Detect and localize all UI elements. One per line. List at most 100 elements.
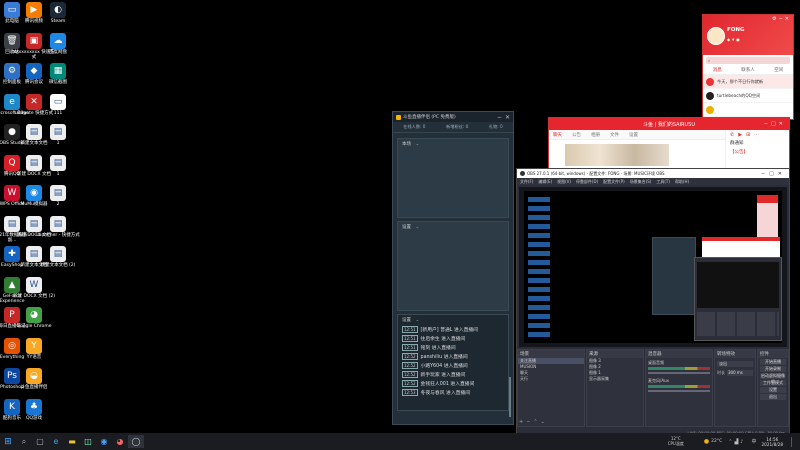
chat-tab[interactable]: 公告 [572, 132, 581, 138]
desktop-icon[interactable]: Y YY语音 [12, 337, 56, 360]
menu-item[interactable]: 帮助(H) [675, 179, 689, 185]
tab-contacts[interactable]: 联系人 [741, 67, 755, 73]
list-item: 12:52 新手玩家 进入直播间 [402, 370, 504, 379]
close-icon[interactable]: ✕ [505, 114, 510, 121]
list-item[interactable]: 天行 [518, 376, 584, 382]
volume-icon[interactable]: ♪ [740, 439, 745, 445]
panel2-label[interactable]: 设置 [402, 225, 411, 230]
chevron-down-icon[interactable]: ⌄ [415, 318, 419, 323]
tab-space[interactable]: 空间 [774, 67, 783, 73]
minimize-icon[interactable]: − [764, 121, 771, 127]
maximize-icon[interactable]: □ [771, 121, 779, 127]
desktop-icon-label: QQ游戏 [25, 415, 43, 421]
move-down-button[interactable]: ⌄ [541, 419, 548, 425]
store-icon[interactable]: ◫ [80, 435, 96, 448]
menu-item[interactable]: 编辑(E) [538, 179, 552, 185]
list-item[interactable]: 启动虚拟摄像机 [760, 373, 786, 384]
phone-icon[interactable]: ✆ [730, 132, 738, 138]
sources-dock: 来源 图像 3 图像 2 图像 1 显示器采集 [586, 349, 644, 427]
taskview-icon[interactable]: ▢ [32, 435, 48, 448]
danmu-scrollbar[interactable] [509, 377, 511, 417]
obs-titlebar[interactable]: OBS 27.0.1 (64-bit, windows) - 配置文件: FON… [517, 169, 789, 178]
weather-widget[interactable]: 12°C CPU温度 [668, 436, 684, 447]
qq-username: FONG [727, 27, 745, 33]
close-icon[interactable]: ✕ [779, 121, 786, 127]
desktop-icon[interactable]: ◕ Google Chrome [12, 307, 56, 329]
list-item[interactable] [703, 103, 793, 117]
chat-tab[interactable]: 设置 [629, 132, 638, 138]
tab-messages[interactable]: 消息 [713, 67, 722, 73]
message-text: panshiliu 进入直播间 [420, 355, 468, 360]
menu-item[interactable]: 视图(V) [557, 179, 571, 185]
chevron-down-icon[interactable]: ⌄ [415, 225, 419, 230]
clock[interactable]: 14:56 2021/8/28 [762, 437, 783, 447]
list-item[interactable]: 今天，那个不日行你就新 [703, 75, 793, 89]
menu-item[interactable]: 配置文件(P) [603, 179, 625, 185]
video-icon[interactable]: ▶ [738, 132, 746, 138]
menu-item[interactable]: 场景集合(S) [630, 179, 652, 185]
panel3-label[interactable]: 设置 [402, 318, 411, 323]
move-up-button[interactable]: ⌃ [533, 419, 540, 425]
desktop-icon[interactable]: ▤ 1 [36, 154, 80, 177]
qq-taskbar-icon[interactable]: ◉ [96, 435, 112, 448]
desktop-icon[interactable]: ▤ 新建文本文档 (2) [36, 246, 80, 268]
panel1-label[interactable]: 本场 [402, 142, 411, 147]
minimize-icon[interactable]: − [497, 114, 502, 121]
list-item[interactable]: 退出 [760, 394, 786, 400]
desktop-icon[interactable]: ◐ Steam [36, 2, 80, 24]
qq-window[interactable]: ⚙−✕ FONG ◆ ♦ ● ⌕ 消息 联系人 空间 今天，那个不日行你就新 tu… [702, 14, 794, 120]
list-item[interactable]: 设置 [760, 387, 786, 393]
minimize-icon[interactable]: − [761, 171, 769, 177]
more-icon[interactable]: ⋯ [754, 132, 763, 138]
edge-icon[interactable]: e [48, 435, 64, 448]
desktop-icon[interactable]: ▤ 2 [36, 185, 80, 207]
notification-icon[interactable] [791, 436, 800, 447]
menu-item[interactable]: 文件(F) [520, 179, 533, 185]
desktop-icon[interactable]: ▭ 111 [36, 93, 80, 116]
volume-slider[interactable] [648, 372, 710, 374]
chat-tab[interactable]: 聊天 [553, 132, 562, 138]
chat-tab[interactable]: 文件 [610, 132, 619, 138]
stat-fans: 新增粉丝: 0 [446, 124, 469, 129]
desktop-icon[interactable]: W 新建 DOCX 文档 (2) [12, 276, 56, 299]
message-time: 12:52 [402, 353, 418, 360]
ime-indicator[interactable]: 中 [752, 438, 757, 445]
volume-slider[interactable] [648, 390, 710, 392]
obs-preview[interactable] [519, 187, 787, 347]
close-icon[interactable]: ✕ [778, 171, 786, 177]
obs-window[interactable]: OBS 27.0.1 (64-bit, windows) - 配置文件: FON… [516, 168, 790, 437]
list-item[interactable]: turtlebeach的QQ空间 [703, 89, 793, 103]
danmu-titlebar[interactable]: 斗鱼直播伴侣 (PC 免费版) − ✕ [393, 112, 513, 122]
desktop-app-icon: ▤ [50, 215, 66, 232]
start-button[interactable]: ⊞ [0, 435, 16, 448]
menu-item[interactable]: 停靠部件(D) [576, 179, 598, 185]
qq-search[interactable]: ⌕ [706, 57, 790, 64]
mixer-channel: 桌面音频 [646, 358, 712, 376]
desktop-icon[interactable]: ☁ 百度网盘 [36, 32, 80, 55]
obs-taskbar-icon[interactable]: ◯ [128, 435, 144, 448]
close-icon[interactable]: ✕ [785, 16, 791, 22]
desktop-icon[interactable]: ▦ 微信截图 [36, 63, 80, 85]
chat-tab[interactable]: 相册 [591, 132, 600, 138]
desktop-icon[interactable]: ◒ 斗鱼直播伴侣 [12, 368, 56, 390]
app-logo-icon [396, 114, 401, 120]
list-item[interactable]: 开始录制 [760, 366, 786, 372]
chevron-down-icon[interactable]: ⌄ [415, 142, 419, 147]
menu-item[interactable]: 工具(T) [656, 179, 670, 185]
maximize-icon[interactable]: □ [769, 171, 778, 177]
duration-input[interactable]: 300 ms [727, 370, 753, 376]
chat-titlebar[interactable]: 斗鱼 | 我们的SAIRUSU −□✕ [549, 118, 789, 130]
list-item[interactable]: 显示器采集 [587, 376, 643, 382]
controls-dock: 控件 开始直播开始录制启动虚拟摄像机工作室模式设置退出 [757, 349, 789, 427]
desktop-icon[interactable]: ♣ QQ游戏 [12, 398, 56, 421]
transition-select[interactable]: 淡出 [717, 361, 753, 367]
danmu-window[interactable]: 斗鱼直播伴侣 (PC 免费版) − ✕ 在线人数: 0 新增粉丝: 0 礼物: … [392, 111, 514, 425]
search-icon[interactable]: ⌕ [16, 435, 32, 448]
avatar[interactable] [707, 27, 725, 45]
folder-icon[interactable]: ▬ [64, 435, 80, 448]
desktop-icon[interactable]: ▤ 1 [36, 124, 80, 146]
desktop-icon[interactable]: ▤ Launcher - 快捷方式 [36, 215, 80, 238]
list-item[interactable]: 开始直播 [760, 359, 786, 365]
list-item[interactable]: 工作室模式 [760, 380, 786, 386]
chrome-taskbar-icon[interactable]: ◕ [112, 435, 128, 448]
